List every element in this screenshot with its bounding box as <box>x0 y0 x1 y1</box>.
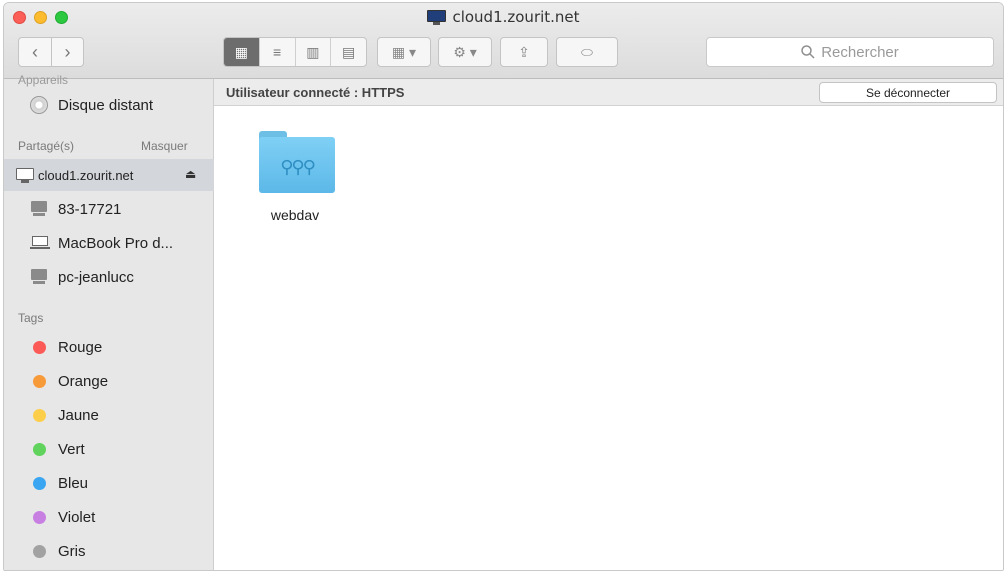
sidebar-item-label: MacBook Pro d... <box>58 234 174 252</box>
column-view-button[interactable]: ▥ <box>294 38 331 66</box>
window-title-text: cloud1.zourit.net <box>452 8 580 26</box>
sidebar-header-tags: Tags <box>18 311 44 325</box>
coverflow-icon: ▤ <box>342 43 356 60</box>
network-monitor-icon <box>427 9 447 25</box>
coverflow-view-button[interactable]: ▤ <box>330 38 366 66</box>
tag-dot-icon <box>30 542 48 560</box>
sidebar-item-tag-gris[interactable]: Gris <box>4 535 214 567</box>
file-item-webdav[interactable]: ⚲⚲⚲ webdav <box>250 129 340 223</box>
sidebar-item-tag-jaune[interactable]: Jaune <box>4 399 214 431</box>
grid-icon: ▦ <box>234 43 248 60</box>
sidebar-header-shared: Partagé(s) <box>18 139 75 153</box>
sidebar-item-label: pc-jeanlucc <box>58 268 134 286</box>
sidebar-header-devices: Appareils <box>18 73 69 87</box>
window-title: cloud1.zourit.net <box>4 8 1003 26</box>
disc-icon <box>30 96 48 114</box>
shared-folder-icon: ⚲⚲⚲ <box>255 129 335 193</box>
sidebar-item-tag-orange[interactable]: Orange <box>4 365 214 397</box>
sidebar-item-label: Jaune <box>58 406 99 424</box>
navigation-buttons: ‹ › <box>18 37 84 67</box>
disconnect-button[interactable]: Se déconnecter <box>819 82 997 103</box>
connected-user-label: Utilisateur connecté : HTTPS <box>226 85 405 100</box>
sidebar-item-pc-jeanlucc[interactable]: pc-jeanlucc <box>4 261 214 293</box>
back-button[interactable]: ‹ <box>19 38 51 66</box>
tag-dot-icon <box>30 406 48 424</box>
pc-icon <box>30 200 48 218</box>
laptop-icon <box>30 234 50 252</box>
sidebar-item-label: Bleu <box>58 474 89 492</box>
sidebar-item-label: cloud1.zourit.net <box>38 167 134 183</box>
sidebar-item-tag-bleu[interactable]: Bleu <box>4 467 214 499</box>
hide-shared-button[interactable]: Masquer <box>141 139 188 153</box>
action-button[interactable]: ⚙ ▾ <box>438 37 492 67</box>
sidebar-item-label: Vert <box>58 440 85 458</box>
tag-icon: ⬭ <box>581 43 593 60</box>
sidebar-item-label: 83-17721 <box>58 200 122 218</box>
title-toolbar: cloud1.zourit.net ‹ › ▦ ≡ ▥ ▤ ▦ ▾ ⚙ ▾ ⇪ … <box>4 3 1003 79</box>
chevron-right-icon: › <box>64 41 71 62</box>
tag-dot-icon <box>30 508 48 526</box>
eject-icon[interactable]: ⏏ <box>185 167 196 181</box>
gear-icon: ⚙ ▾ <box>453 43 477 60</box>
file-name: webdav <box>270 207 320 223</box>
connection-bar: Utilisateur connecté : HTTPS Se déconnec… <box>214 79 1003 106</box>
monitor-icon <box>16 166 34 184</box>
sidebar-item-macbook[interactable]: MacBook Pro d... <box>4 227 214 259</box>
sidebar-item-label: Orange <box>58 372 109 390</box>
search-placeholder: Rechercher <box>821 43 899 61</box>
tag-dot-icon <box>30 440 48 458</box>
tag-dot-icon <box>30 474 48 492</box>
finder-window: cloud1.zourit.net ‹ › ▦ ≡ ▥ ▤ ▦ ▾ ⚙ ▾ ⇪ … <box>3 2 1004 571</box>
sidebar-item-label: Disque distant <box>58 96 154 114</box>
sidebar-item-label: Gris <box>58 542 86 560</box>
sidebar: Appareils Disque distant Partagé(s) Masq… <box>4 73 214 570</box>
sidebar-item-label: Violet <box>58 508 96 526</box>
sidebar-item-tag-rouge[interactable]: Rouge <box>4 331 214 363</box>
view-mode-buttons: ▦ ≡ ▥ ▤ <box>223 37 367 67</box>
share-icon: ⇪ <box>518 43 530 60</box>
tag-dot-icon <box>30 372 48 390</box>
sidebar-item-tag-vert[interactable]: Vert <box>4 433 214 465</box>
arrange-icon: ▦ ▾ <box>391 43 417 60</box>
list-view-button[interactable]: ≡ <box>258 38 295 66</box>
sidebar-item-label: Rouge <box>58 338 103 356</box>
columns-icon: ▥ <box>306 43 320 60</box>
file-browser-area: ⚲⚲⚲ webdav <box>214 107 1003 570</box>
sidebar-item-cloud1[interactable]: cloud1.zourit.net ⏏ <box>4 159 214 191</box>
chevron-left-icon: ‹ <box>31 41 38 62</box>
share-button[interactable]: ⇪ <box>500 37 548 67</box>
list-icon: ≡ <box>273 44 282 60</box>
icon-view-button[interactable]: ▦ <box>224 38 259 66</box>
sidebar-item-tag-violet[interactable]: Violet <box>4 501 214 533</box>
arrange-button[interactable]: ▦ ▾ <box>377 37 431 67</box>
sidebar-item-remote-disc[interactable]: Disque distant <box>4 89 214 121</box>
tag-dot-icon <box>30 338 48 356</box>
tag-button[interactable]: ⬭ <box>556 37 618 67</box>
sidebar-item-83-17721[interactable]: 83-17721 <box>4 193 214 225</box>
pc-icon <box>30 268 48 286</box>
forward-button[interactable]: › <box>50 38 83 66</box>
search-icon <box>801 45 815 59</box>
search-input[interactable]: Rechercher <box>706 37 994 67</box>
